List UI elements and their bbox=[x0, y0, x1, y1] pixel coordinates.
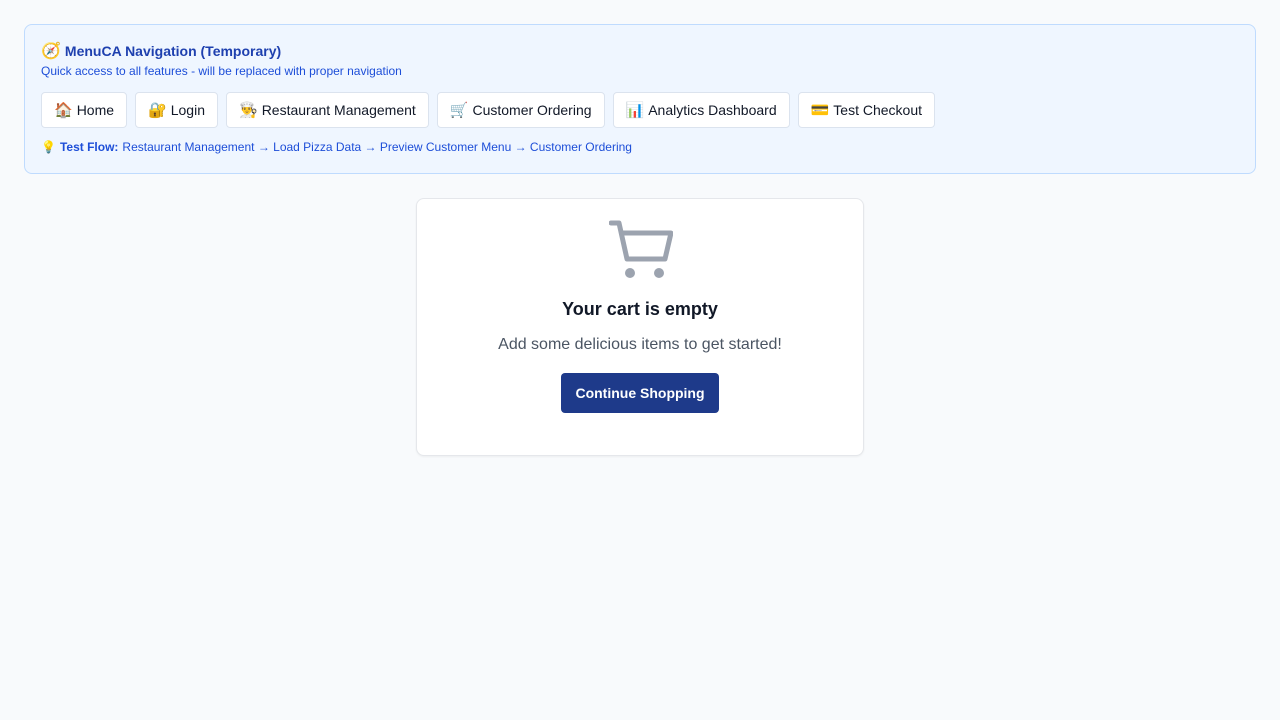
navigation-title: 🧭 MenuCA Navigation (Temporary) bbox=[41, 41, 1239, 61]
customer-ordering-button-label: Customer Ordering bbox=[472, 102, 592, 118]
restaurant-management-button[interactable]: 👨‍🍳 Restaurant Management bbox=[226, 92, 429, 128]
temporary-navigation-panel: 🧭 MenuCA Navigation (Temporary) Quick ac… bbox=[24, 24, 1256, 174]
compass-icon: 🧭 bbox=[41, 43, 61, 60]
test-flow-label: Test Flow: bbox=[59, 140, 119, 154]
analytics-dashboard-button-label: Analytics Dashboard bbox=[648, 102, 777, 118]
home-button[interactable]: 🏠 Home bbox=[41, 92, 128, 128]
navigation-subtitle: Quick access to all features - will be r… bbox=[41, 64, 402, 78]
navigation-buttons: 🏠 Home 🔐 Login 👨‍🍳 Restaurant Management… bbox=[41, 92, 1239, 128]
login-button[interactable]: 🔐 Login bbox=[135, 92, 218, 128]
credit-card-icon: 💳 bbox=[810, 102, 830, 119]
house-icon: 🏠 bbox=[54, 102, 73, 119]
test-checkout-button-label: Test Checkout bbox=[833, 102, 923, 118]
test-flow-steps: Restaurant Management → Load Pizza Data … bbox=[122, 140, 632, 154]
empty-cart-message: Add some delicious items to get started! bbox=[498, 336, 782, 353]
continue-shopping-button[interactable]: Continue Shopping bbox=[561, 373, 719, 413]
shopping-cart-icon: 🛒 bbox=[449, 102, 469, 119]
light-bulb-icon: 💡 bbox=[41, 140, 56, 154]
home-button-label: Home bbox=[76, 102, 115, 118]
test-flow-hint: 💡 Test Flow: Restaurant Management → Loa… bbox=[41, 139, 1239, 155]
bar-chart-icon: 📊 bbox=[625, 102, 645, 119]
login-button-label: Login bbox=[170, 102, 205, 118]
empty-cart-title: Your cart is empty bbox=[562, 299, 718, 319]
customer-ordering-button[interactable]: 🛒 Customer Ordering bbox=[436, 92, 605, 128]
restaurant-management-button-label: Restaurant Management bbox=[261, 102, 416, 118]
empty-cart-card: Your cart is empty Add some delicious it… bbox=[416, 198, 864, 456]
chef-icon: 👨‍🍳 bbox=[239, 102, 258, 119]
analytics-dashboard-button[interactable]: 📊 Analytics Dashboard bbox=[612, 92, 790, 128]
shopping-cart-icon bbox=[609, 220, 673, 278]
lock-with-key-icon: 🔐 bbox=[148, 102, 167, 119]
test-checkout-button[interactable]: 💳 Test Checkout bbox=[797, 92, 936, 128]
navigation-title-text: MenuCA Navigation (Temporary) bbox=[64, 43, 282, 59]
